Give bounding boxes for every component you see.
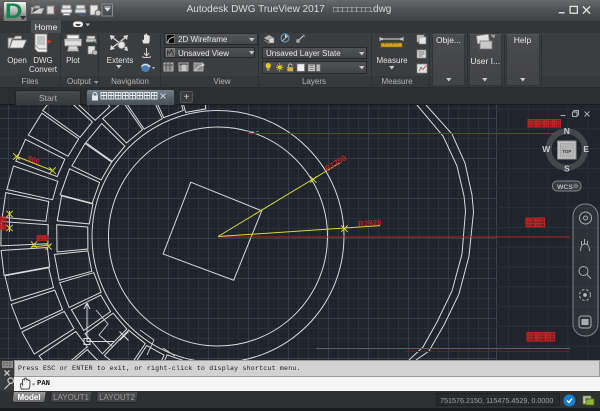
svg-text:N: N xyxy=(564,126,570,136)
svg-text:E: E xyxy=(583,144,589,154)
svg-text:S: S xyxy=(564,164,570,174)
svg-text:W: W xyxy=(542,144,551,154)
svg-text:TOP: TOP xyxy=(562,149,571,154)
svg-text:R2926: R2926 xyxy=(358,218,383,229)
svg-text:WCS: WCS xyxy=(557,184,573,191)
